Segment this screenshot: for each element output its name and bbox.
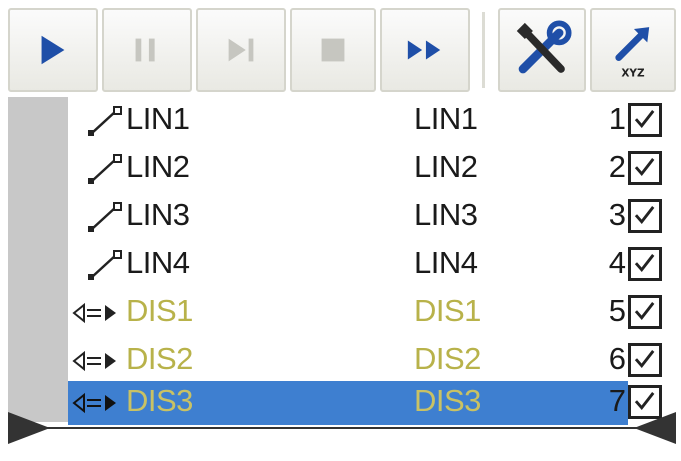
slider-end-handle-icon bbox=[634, 412, 676, 444]
row-checkbox[interactable] bbox=[628, 247, 662, 281]
xyz-arrow-icon: XYZ bbox=[615, 27, 650, 80]
program-list: LIN1 LIN1 1 LIN2 LIN2 2 LIN3 LIN3 3 LIN4… bbox=[0, 97, 681, 427]
tools-icon bbox=[516, 20, 572, 74]
tools-button[interactable] bbox=[498, 8, 586, 92]
stop-button[interactable] bbox=[290, 8, 376, 92]
play-button[interactable] bbox=[8, 8, 98, 92]
row-name: DIS1 bbox=[126, 293, 193, 328]
row-name: LIN2 bbox=[126, 149, 190, 184]
linear-move-icon bbox=[88, 154, 122, 184]
xyz-label: XYZ bbox=[621, 68, 645, 80]
toolbar: XYZ bbox=[0, 0, 681, 96]
row-label: LIN2 bbox=[414, 149, 478, 184]
check-icon bbox=[634, 254, 655, 273]
row-checkbox[interactable] bbox=[628, 295, 662, 329]
row-number: 5 bbox=[608, 293, 626, 328]
row-name: LIN4 bbox=[126, 245, 190, 280]
linear-move-icon bbox=[88, 250, 122, 280]
xyz-button[interactable]: XYZ bbox=[590, 8, 676, 92]
check-icon bbox=[634, 350, 655, 369]
check-icon bbox=[634, 206, 655, 225]
linear-move-icon bbox=[88, 202, 122, 232]
range-slider[interactable] bbox=[0, 400, 681, 461]
row-number: 2 bbox=[608, 149, 626, 184]
stop-icon bbox=[321, 38, 345, 62]
list-item[interactable]: DIS1 DIS1 5 bbox=[68, 289, 681, 335]
row-number: 3 bbox=[608, 197, 626, 232]
row-name: DIS2 bbox=[126, 341, 193, 376]
list-item[interactable]: LIN1 LIN1 1 bbox=[68, 97, 681, 143]
row-number: 6 bbox=[608, 341, 626, 376]
pause-button[interactable] bbox=[102, 8, 192, 92]
list-item[interactable]: LIN2 LIN2 2 bbox=[68, 145, 681, 191]
play-icon bbox=[41, 35, 65, 65]
list-item[interactable]: LIN4 LIN4 4 bbox=[68, 241, 681, 287]
row-label: LIN1 bbox=[414, 101, 478, 136]
check-icon bbox=[634, 302, 655, 321]
distance-icon bbox=[72, 302, 116, 324]
row-number: 4 bbox=[608, 245, 626, 280]
row-number: 1 bbox=[608, 101, 626, 136]
row-checkbox[interactable] bbox=[628, 343, 662, 377]
row-label: LIN4 bbox=[414, 245, 478, 280]
fast-forward-icon bbox=[407, 40, 441, 60]
row-label: DIS2 bbox=[414, 341, 481, 376]
pause-icon bbox=[135, 38, 155, 62]
slider-start-handle-icon bbox=[8, 412, 50, 444]
row-checkbox[interactable] bbox=[628, 103, 662, 137]
list-item[interactable]: DIS2 DIS2 6 bbox=[68, 337, 681, 383]
distance-icon bbox=[72, 350, 116, 372]
row-label: DIS1 bbox=[414, 293, 481, 328]
fast-forward-button[interactable] bbox=[380, 8, 470, 92]
row-name: LIN1 bbox=[126, 101, 190, 136]
check-icon bbox=[634, 158, 655, 177]
row-checkbox[interactable] bbox=[628, 199, 662, 233]
step-button[interactable] bbox=[196, 8, 286, 92]
toolbar-separator bbox=[482, 12, 486, 88]
check-icon bbox=[634, 110, 655, 129]
step-icon bbox=[228, 38, 254, 62]
linear-move-icon bbox=[88, 106, 122, 136]
row-checkbox[interactable] bbox=[628, 151, 662, 185]
row-label: LIN3 bbox=[414, 197, 478, 232]
list-item[interactable]: LIN3 LIN3 3 bbox=[68, 193, 681, 239]
list-gutter bbox=[8, 97, 68, 422]
row-name: LIN3 bbox=[126, 197, 190, 232]
